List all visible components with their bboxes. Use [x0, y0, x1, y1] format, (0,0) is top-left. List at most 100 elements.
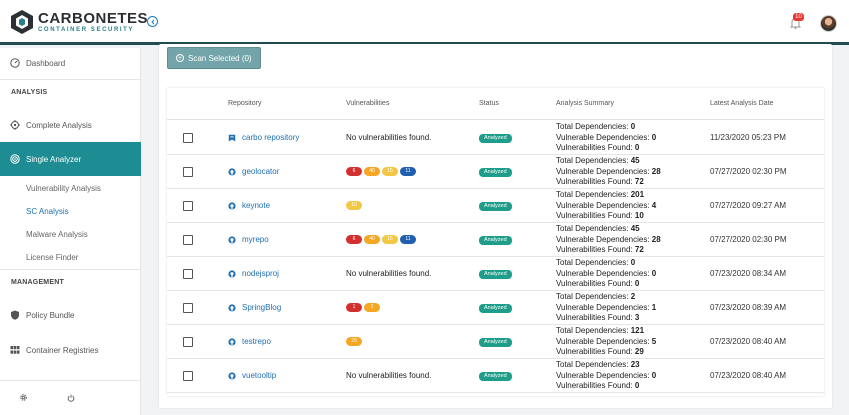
severity-count-badge[interactable]: 10: [346, 201, 362, 210]
repository-link[interactable]: geolocator: [228, 167, 279, 176]
row-select-checkbox[interactable]: [183, 235, 193, 245]
brand-logo[interactable]: CARBONETES CONTAINER SECURITY: [10, 9, 148, 35]
summary-line-total: Total Dependencies: 121: [556, 326, 656, 337]
column-header-repository[interactable]: Repository: [228, 100, 261, 107]
status-badge: Analyzed: [479, 168, 512, 177]
row-select-checkbox[interactable]: [183, 167, 193, 177]
severity-count-badge[interactable]: 40: [364, 235, 380, 244]
column-header-latest-analysis-date[interactable]: Latest Analysis Date: [710, 100, 773, 107]
sidebar-item-dashboard[interactable]: Dashboard: [0, 55, 141, 71]
summary-line-total: Total Dependencies: 45: [556, 156, 661, 167]
repository-link[interactable]: testrepo: [228, 337, 271, 346]
github-icon: [228, 337, 236, 346]
table-row: testrepo 29 Analyzed Total Dependencies: 12…: [167, 325, 824, 359]
repository-table: Repository Vulnerabilities Status Analys…: [167, 88, 824, 396]
summary-line-vulnerable: Vulnerable Dependencies: 5: [556, 337, 656, 348]
chevron-left-icon: [150, 19, 154, 24]
severity-count-badge[interactable]: 15: [382, 167, 398, 176]
scan-selected-button[interactable]: + Scan Selected (0): [167, 47, 261, 69]
summary-label: Total Dependencies:: [556, 224, 629, 233]
sidebar-item-single-analyzer[interactable]: Single Analyzer: [0, 142, 141, 176]
summary-label: Total Dependencies:: [556, 292, 629, 301]
sidebar-subitem-license-finder[interactable]: License Finder: [26, 253, 78, 262]
gear-icon[interactable]: [19, 393, 28, 402]
summary-line-found: Vulnerabilities Found: 0: [556, 279, 656, 290]
summary-value: 0: [651, 370, 657, 380]
analysis-summary: Total Dependencies: 45 Vulnerable Depende…: [556, 156, 661, 188]
sidebar-subitem-sc-analysis[interactable]: SC Analysis: [26, 207, 69, 216]
vulnerability-counts: 29: [346, 337, 364, 346]
crosshair-icon: [10, 120, 20, 130]
severity-count-badge[interactable]: 2: [364, 303, 380, 312]
collapse-sidebar-button[interactable]: [147, 16, 158, 27]
summary-label: Vulnerable Dependencies:: [556, 200, 650, 210]
summary-value: 5: [651, 336, 657, 346]
no-vulnerabilities-text: No vulnerabilities found.: [346, 133, 432, 142]
repository-name: vuetooltip: [242, 371, 277, 380]
table-row: carbo repository No vulnerabilities found…: [167, 121, 824, 155]
column-header-analysis-summary[interactable]: Analysis Summary: [556, 100, 614, 107]
sidebar-subitem-malware-analysis[interactable]: Malware Analysis: [26, 230, 88, 239]
summary-value: 0: [634, 143, 640, 152]
severity-count-badge[interactable]: 29: [346, 337, 362, 346]
summary-value: 28: [651, 234, 661, 244]
summary-label: Vulnerabilities Found:: [556, 381, 633, 390]
repository-link[interactable]: SpringBlog: [228, 303, 281, 312]
power-icon[interactable]: [67, 394, 75, 402]
analysis-summary: Total Dependencies: 45 Vulnerable Depende…: [556, 224, 661, 256]
repository-link[interactable]: myrepo: [228, 235, 269, 244]
status-badge: Analyzed: [479, 202, 512, 211]
dashboard-gauge-icon: [10, 58, 20, 68]
user-avatar[interactable]: [820, 15, 837, 32]
brand-subtitle: CONTAINER SECURITY: [38, 26, 135, 33]
sidebar-item-container-registries[interactable]: Container Registries: [0, 342, 141, 358]
row-select-checkbox[interactable]: [183, 371, 193, 381]
sidebar-item-policy-bundle[interactable]: Policy Bundle: [0, 307, 141, 323]
summary-value: 121: [630, 326, 645, 335]
row-select-checkbox[interactable]: [183, 201, 193, 211]
summary-value: 72: [634, 177, 644, 186]
severity-count-badge[interactable]: 15: [382, 235, 398, 244]
sidebar-item-complete-analysis[interactable]: Complete Analysis: [0, 117, 141, 133]
severity-count-badge[interactable]: 1: [346, 303, 362, 312]
repository-link[interactable]: nodejsproj: [228, 269, 279, 278]
summary-label: Vulnerabilities Found:: [556, 347, 633, 356]
latest-analysis-date: 07/27/2020 02:30 PM: [710, 235, 787, 244]
divider: [0, 269, 141, 270]
row-select-checkbox[interactable]: [183, 133, 193, 143]
github-icon: [228, 371, 236, 380]
no-vulnerabilities-text: No vulnerabilities found.: [346, 269, 432, 278]
severity-count-badge[interactable]: 11: [400, 167, 416, 176]
table-row: vuetooltip No vulnerabilities found. Analy…: [167, 359, 824, 393]
analysis-summary: Total Dependencies: 201 Vulnerable Depend…: [556, 190, 656, 222]
summary-line-found: Vulnerabilities Found: 72: [556, 177, 661, 188]
status-badge: Analyzed: [479, 304, 512, 313]
summary-line-total: Total Dependencies: 23: [556, 360, 656, 371]
status-badge: Analyzed: [479, 372, 512, 381]
repository-name: keynote: [242, 201, 271, 210]
repository-name: nodejsproj: [242, 269, 279, 278]
severity-count-badge[interactable]: 6: [346, 235, 362, 244]
severity-count-badge[interactable]: 11: [400, 235, 416, 244]
summary-line-total: Total Dependencies: 0: [556, 258, 656, 269]
latest-analysis-date: 07/27/2020 09:27 AM: [710, 201, 787, 210]
severity-count-badge[interactable]: 40: [364, 167, 380, 176]
vulnerability-counts: No vulnerabilities found.: [346, 371, 431, 380]
column-header-vulnerabilities[interactable]: Vulnerabilities: [346, 100, 389, 107]
repository-link[interactable]: keynote: [228, 201, 270, 210]
row-select-checkbox[interactable]: [183, 337, 193, 347]
column-header-status[interactable]: Status: [479, 100, 499, 107]
sidebar-subitem-vulnerability-analysis[interactable]: Vulnerability Analysis: [26, 184, 101, 193]
summary-line-found: Vulnerabilities Found: 0: [556, 381, 656, 392]
latest-analysis-date: 07/23/2020 08:39 AM: [710, 303, 787, 312]
severity-count-badge[interactable]: 6: [346, 167, 362, 176]
summary-line-found: Vulnerabilities Found: 29: [556, 347, 656, 358]
status-badge: Analyzed: [479, 270, 512, 279]
row-select-checkbox[interactable]: [183, 269, 193, 279]
analysis-summary: Total Dependencies: 0 Vulnerable Dependen…: [556, 258, 656, 290]
repository-link[interactable]: carbo repository: [228, 133, 299, 142]
status-badge: Analyzed: [479, 134, 512, 143]
row-select-checkbox[interactable]: [183, 303, 193, 313]
sidebar-item-label: Container Registries: [26, 345, 99, 355]
repository-link[interactable]: vuetooltip: [228, 371, 276, 380]
